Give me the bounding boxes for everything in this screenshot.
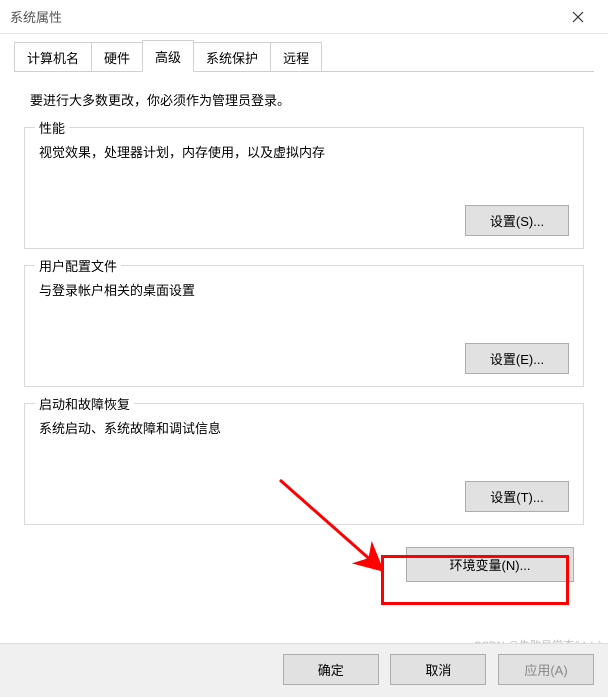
- dialog-content: 计算机名 硬件 高级 系统保护 远程 要进行大多数更改，你必须作为管理员登录。 …: [0, 34, 608, 594]
- ok-button[interactable]: 确定: [283, 654, 379, 685]
- startup-recovery-desc: 系统启动、系统故障和调试信息: [39, 418, 569, 437]
- startup-recovery-legend: 启动和故障恢复: [35, 394, 134, 413]
- performance-desc: 视觉效果，处理器计划，内存使用，以及虚拟内存: [39, 142, 569, 161]
- tab-baseline: [14, 71, 594, 72]
- tab-system-protection[interactable]: 系统保护: [193, 42, 271, 72]
- close-button[interactable]: [558, 0, 598, 34]
- window-title: 系统属性: [10, 7, 558, 26]
- env-vars-row: 环境变量(N)...: [24, 541, 584, 584]
- tab-advanced[interactable]: 高级: [142, 40, 194, 72]
- close-icon: [572, 11, 584, 23]
- performance-group: 性能 视觉效果，处理器计划，内存使用，以及虚拟内存 设置(S)...: [24, 127, 584, 249]
- environment-variables-button[interactable]: 环境变量(N)...: [406, 547, 574, 582]
- tab-hardware[interactable]: 硬件: [91, 42, 143, 72]
- cancel-button[interactable]: 取消: [390, 654, 486, 685]
- advanced-panel: 要进行大多数更改，你必须作为管理员登录。 性能 视觉效果，处理器计划，内存使用，…: [14, 72, 594, 594]
- title-bar: 系统属性: [0, 0, 608, 34]
- performance-legend: 性能: [35, 118, 69, 137]
- tab-remote[interactable]: 远程: [270, 42, 322, 72]
- user-profiles-group: 用户配置文件 与登录帐户相关的桌面设置 设置(E)...: [24, 265, 584, 387]
- user-profiles-legend: 用户配置文件: [35, 256, 121, 275]
- tab-computer-name[interactable]: 计算机名: [14, 42, 92, 72]
- intro-text: 要进行大多数更改，你必须作为管理员登录。: [30, 90, 584, 109]
- startup-recovery-settings-button[interactable]: 设置(T)...: [465, 481, 569, 512]
- user-profiles-desc: 与登录帐户相关的桌面设置: [39, 280, 569, 299]
- tab-strip: 计算机名 硬件 高级 系统保护 远程: [14, 44, 594, 72]
- dialog-footer: 确定 取消 应用(A): [0, 643, 608, 697]
- apply-button[interactable]: 应用(A): [498, 654, 594, 685]
- performance-settings-button[interactable]: 设置(S)...: [465, 205, 569, 236]
- user-profiles-settings-button[interactable]: 设置(E)...: [465, 343, 569, 374]
- startup-recovery-group: 启动和故障恢复 系统启动、系统故障和调试信息 设置(T)...: [24, 403, 584, 525]
